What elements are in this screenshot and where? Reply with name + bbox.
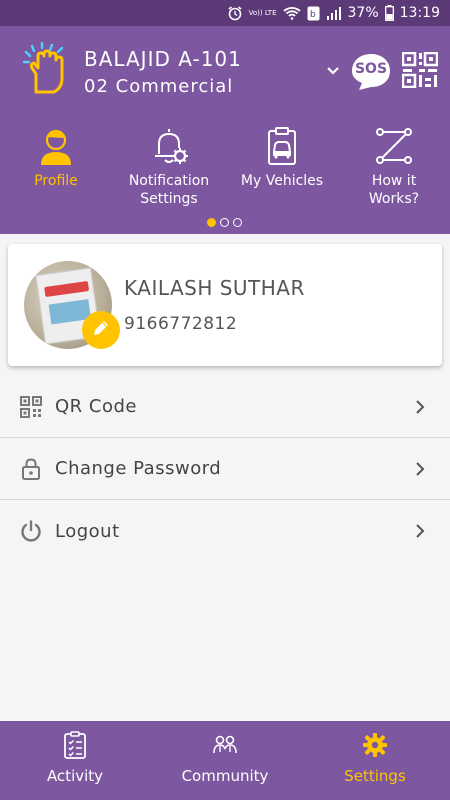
vehicle-clipboard-icon: [262, 126, 302, 166]
header: BALAJID A-101 02 Commercial SOS Profile: [0, 26, 450, 234]
header-nav: Profile Notification Settings My Vehicle…: [0, 126, 450, 214]
bottom-nav-community[interactable]: Community: [180, 731, 270, 785]
battery-percent: 37%: [347, 5, 379, 21]
unit-subtitle: 02 Commercial: [84, 76, 234, 97]
data-saver-icon: b: [307, 6, 320, 21]
path-icon: [374, 126, 414, 166]
nav-label: My Vehicles: [240, 173, 324, 189]
person-icon: [36, 126, 76, 166]
hand-logo-icon: [18, 41, 74, 98]
nav-profile[interactable]: Profile: [22, 126, 90, 190]
menu-item-qr-code[interactable]: QR Code: [0, 376, 450, 438]
volte-indicator: Vo)) LTE: [248, 8, 277, 17]
status-bar: Vo)) LTE b 37% 13:19: [0, 0, 450, 26]
society-title: BALAJID A-101: [84, 47, 242, 71]
page-dot: [220, 218, 229, 227]
wifi-icon: [282, 6, 301, 20]
gear-icon: [361, 731, 389, 759]
bottom-nav-label: Settings: [344, 767, 406, 785]
qr-code-icon: [20, 395, 42, 418]
bottom-nav: Activity Community Settings: [0, 721, 450, 800]
page-dot-active: [207, 218, 216, 227]
page-dot: [233, 218, 242, 227]
menu-item-change-password[interactable]: Change Password: [0, 438, 450, 500]
user-phone: 9166772812: [124, 314, 238, 334]
bell-settings-icon: [149, 126, 189, 166]
power-icon: [20, 520, 42, 542]
battery-icon: [384, 5, 394, 21]
page-indicator: [207, 218, 242, 227]
bottom-nav-label: Activity: [46, 767, 104, 785]
chevron-right-icon: [414, 523, 426, 539]
sos-label: SOS: [354, 61, 388, 77]
bottom-nav-activity[interactable]: Activity: [40, 731, 110, 785]
bottom-nav-settings[interactable]: Settings: [340, 731, 410, 785]
qr-scan-icon[interactable]: [401, 51, 439, 89]
menu-item-logout[interactable]: Logout: [0, 500, 450, 562]
lock-icon: [20, 457, 42, 480]
user-name: KAILASH SUTHAR: [124, 276, 305, 300]
checklist-icon: [61, 731, 89, 759]
menu-label: QR Code: [55, 396, 137, 417]
nav-label: How it Works?: [368, 173, 420, 207]
bottom-nav-label: Community: [181, 767, 269, 785]
people-icon: [211, 731, 239, 759]
chevron-right-icon: [414, 399, 426, 415]
clock: 13:19: [399, 5, 440, 21]
svg-text:b: b: [310, 10, 316, 20]
chevron-down-icon[interactable]: [324, 62, 342, 80]
signal-icon: [326, 6, 342, 20]
edit-avatar-button[interactable]: [82, 311, 120, 349]
menu-label: Logout: [55, 520, 120, 542]
title-block[interactable]: BALAJID A-101 02 Commercial: [84, 46, 242, 100]
pencil-icon: [91, 318, 111, 342]
sos-button[interactable]: SOS: [350, 52, 392, 92]
nav-my-vehicles[interactable]: My Vehicles: [240, 126, 324, 190]
nav-notification-settings[interactable]: Notification Settings: [120, 126, 218, 208]
nav-label: Notification Settings: [128, 173, 210, 207]
settings-menu: QR Code Change Password Logout: [0, 376, 450, 562]
nav-label: Profile: [34, 173, 78, 189]
nav-how-it-works[interactable]: How it Works?: [346, 126, 442, 208]
profile-card: KAILASH SUTHAR 9166772812: [8, 244, 442, 366]
chevron-right-icon: [414, 461, 426, 477]
alarm-icon: [227, 5, 243, 21]
menu-label: Change Password: [55, 458, 222, 479]
